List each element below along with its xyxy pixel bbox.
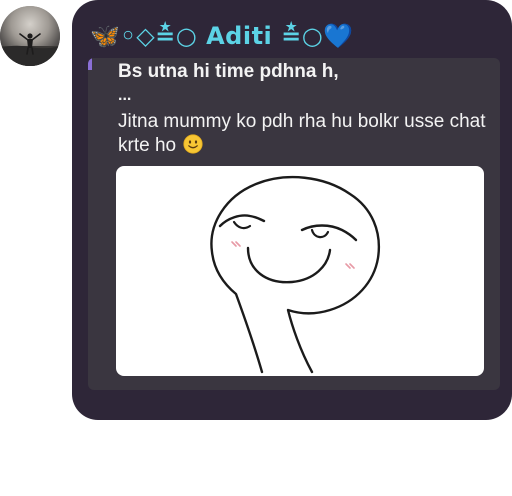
sender-avatar[interactable] — [0, 6, 60, 66]
smirking-stick-face-icon — [210, 175, 381, 374]
sticker-image[interactable] — [116, 166, 484, 376]
slightly-smiling-face-icon — [183, 134, 203, 154]
quoted-message[interactable]: Bs utna hi time pdhna h, ... Jitna mummy… — [88, 58, 500, 390]
quoted-line-4: krte ho — [118, 135, 177, 156]
quoted-line-3: Jitna mummy ko pdh rha hu bolkr usse cha… — [118, 111, 486, 132]
quoted-line-2: ... — [118, 87, 132, 104]
message-bubble[interactable]: 🦋◦◇≛○ Aditi ≛○💙 Bs utna hi time pdhna h,… — [72, 0, 512, 420]
quote-accent-bar — [88, 58, 92, 70]
quoted-line-1: Bs utna hi time pdhna h, — [118, 61, 339, 82]
quoted-line-4-wrap: krte ho — [118, 134, 490, 158]
quoted-text: Bs utna hi time pdhna h, ... Jitna mummy… — [118, 58, 490, 158]
avatar-image — [0, 6, 60, 66]
sender-name[interactable]: 🦋◦◇≛○ Aditi ≛○💙 — [90, 16, 354, 56]
